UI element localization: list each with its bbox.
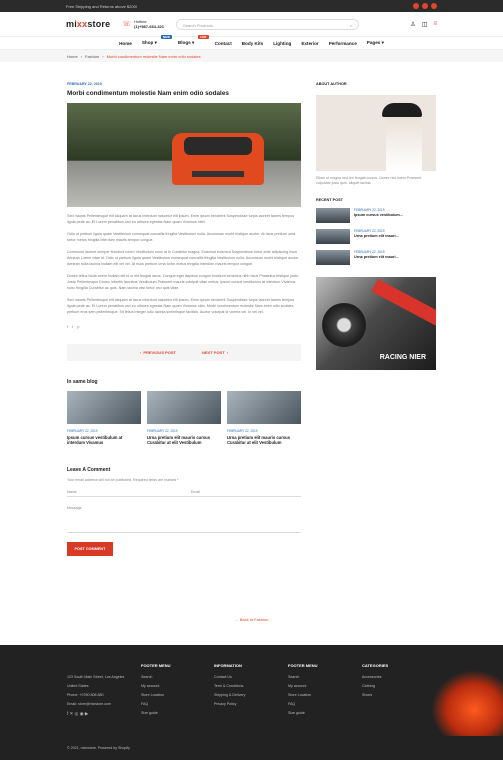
nav-blogs[interactable]: Blogs ▾HOT <box>178 35 209 46</box>
hotline: ☏ Hotline (1)+987-664-321 <box>122 19 164 29</box>
hero-image <box>67 103 301 207</box>
wheel-image <box>322 303 366 347</box>
footer-col-menu-2: FOOTER MENU Search My account Store Locatio… <box>288 663 318 715</box>
footer-col-information: INFORMATION Contact Us Term & Conditions Sh… <box>214 663 246 706</box>
logo[interactable]: mixxstore <box>66 19 110 29</box>
hot-badge: HOT <box>198 35 209 39</box>
currency-icon[interactable] <box>413 3 419 9</box>
footer-col-menu: FOOTER MENU Search My account Store Locatio… <box>141 663 171 715</box>
related-image[interactable] <box>67 391 141 424</box>
footer-car-image <box>431 670 503 736</box>
related-post[interactable]: FEBRUARY 22, 2019 Urna pretium elit mauri… <box>147 391 221 445</box>
main-nav: Home Shop ▾NEW Blogs ▾HOT Contact Body K… <box>0 35 503 50</box>
recent-post[interactable]: FEBRUARY 22, 2019 Urna pretium elit mauri… <box>316 250 436 265</box>
post-navigation: ‹ PREVIOUS POST NEXT POST › <box>67 344 301 361</box>
recent-title: RECENT POST <box>316 198 344 202</box>
shipping-text: Free Shipping and Returns above $200! <box>66 3 137 9</box>
related-title[interactable]: Urna pretium elit mauris cursus Curabitu… <box>227 435 301 445</box>
related-image[interactable] <box>147 391 221 424</box>
nav-body-kits[interactable]: Body Kits <box>242 41 263 46</box>
nav-lighting[interactable]: Lighting <box>273 41 291 46</box>
nav-shop[interactable]: Shop ▾NEW <box>142 35 172 46</box>
about-title: ABOUT AUTHOR <box>316 82 347 86</box>
facebook-icon[interactable]: f <box>67 324 68 329</box>
post-paragraph: Commodo laoreet semper tincidunt lorem V… <box>67 250 299 266</box>
post-paragraph: Donec tellus Nulla lorem Nullam elit id … <box>67 274 300 290</box>
banner-text: RACING NIER <box>379 354 426 361</box>
recent-post[interactable]: FEBRUARY 22, 2019 Ipsum cursus vestibulum… <box>316 208 436 223</box>
cart-icon[interactable]: ◫ <box>422 21 428 28</box>
new-badge: NEW <box>160 35 172 39</box>
footer: 123 South Main Street, Los Angeles United… <box>0 645 503 760</box>
post-paragraph: Sed mauris Pellentesque elit aliquam at … <box>67 298 295 314</box>
flag-icon[interactable] <box>431 3 437 9</box>
recent-image[interactable] <box>316 229 350 244</box>
language-icon[interactable] <box>422 3 428 9</box>
related-heading: In same blog <box>67 379 98 385</box>
about-text: Etiam ut magna sed leo feugiat cursus. D… <box>316 176 422 185</box>
twitter-icon[interactable]: t <box>72 324 73 329</box>
breadcrumb-home[interactable]: Home <box>67 54 78 59</box>
footer-col-categories: CATEGORIES Accessories Clothing Shoes <box>362 663 389 697</box>
nav-exterior[interactable]: Exterior <box>301 41 318 46</box>
name-field[interactable]: Name <box>67 490 177 494</box>
post-date: FEBRUARY 22, 2019 <box>67 82 102 86</box>
nav-pages[interactable]: Pages ▾ <box>367 40 384 46</box>
email-field[interactable]: Email <box>191 490 301 494</box>
nav-performance[interactable]: Performance <box>329 41 357 46</box>
breadcrumb-fashion[interactable]: Fashion <box>85 54 99 59</box>
car-image <box>172 133 264 185</box>
search-input[interactable]: Search Products... ⌕ <box>176 18 360 30</box>
related-date: FEBRUARY 22, 2019 <box>147 429 178 433</box>
search-icon[interactable]: ⌕ <box>350 23 352 28</box>
menu-icon[interactable]: ≡ <box>433 21 437 28</box>
author-image <box>316 95 436 171</box>
footer-contact: 123 South Main Street, Los Angeles United… <box>67 675 125 718</box>
social-icons[interactable]: f ✕ ◎ ◉ ▶ <box>67 709 124 718</box>
topbar: Free Shipping and Returns above $200! <box>0 0 503 12</box>
recent-post-title[interactable]: Urna pretium elit mauri... <box>354 255 399 259</box>
recent-post-title[interactable]: Ipsum cursus vestibulum... <box>354 213 403 217</box>
related-title[interactable]: Ipsum cursus vestibulum at interdum Viva… <box>67 435 141 445</box>
comment-note: Your email address will not be published… <box>67 478 179 482</box>
post-comment-button[interactable]: POST COMMENT <box>67 542 113 556</box>
next-post-link[interactable]: NEXT POST › <box>202 350 228 355</box>
pinterest-icon[interactable]: p <box>77 324 79 329</box>
post-title: Morbi condimentum molestie Nam enim odio… <box>67 90 229 97</box>
recent-date: FEBRUARY 22, 2019 <box>354 229 385 233</box>
breadcrumb-current: Morbi condimentum molestie Nam enim odio… <box>106 53 201 59</box>
recent-post[interactable]: FEBRUARY 22, 2019 Urna pretium elit mauri… <box>316 229 436 244</box>
comment-heading: Leave A Comment <box>67 467 111 473</box>
back-link[interactable]: ← Back to Fashion <box>0 617 503 622</box>
recent-image[interactable] <box>316 250 350 265</box>
related-post[interactable]: FEBRUARY 22, 2019 Ipsum cursus vestibulum… <box>67 391 141 445</box>
related-posts: FEBRUARY 22, 2019 Ipsum cursus vestibulum… <box>67 391 301 445</box>
previous-post-link[interactable]: ‹ PREVIOUS POST <box>140 350 176 355</box>
recent-date: FEBRUARY 22, 2019 <box>354 208 385 212</box>
copyright: © 2021, mixxstore. Powered by Shopify <box>67 746 130 750</box>
recent-date: FEBRUARY 22, 2019 <box>354 250 385 254</box>
share-links: ftp <box>67 324 301 329</box>
related-title[interactable]: Urna pretium elit mauris cursus Curabitu… <box>147 435 221 445</box>
related-image[interactable] <box>227 391 301 424</box>
recent-post-title[interactable]: Urna pretium elit mauri... <box>354 234 399 238</box>
related-post[interactable]: FEBRUARY 22, 2019 Urna pretium elit mauri… <box>227 391 301 445</box>
nav-home[interactable]: Home <box>119 41 132 46</box>
post-paragraph: Sed mauris Pellentesque elit aliquam at … <box>67 214 295 224</box>
recent-image[interactable] <box>316 208 350 223</box>
user-icon[interactable]: ♙ <box>410 21 415 28</box>
article: FEBRUARY 22, 2019 Morbi condimentum mole… <box>67 82 301 556</box>
racing-banner[interactable]: RACING NIER <box>316 277 436 370</box>
nav-contact[interactable]: Contact <box>215 41 232 46</box>
header: mixxstore ☏ Hotline (1)+987-664-321 Searc… <box>0 12 503 36</box>
related-date: FEBRUARY 22, 2019 <box>67 429 98 433</box>
sidebar: ABOUT AUTHOR Etiam ut magna sed leo feug… <box>316 82 436 370</box>
breadcrumb: Home › Fashion › Morbi condimentum molesti… <box>0 50 503 62</box>
related-date: FEBRUARY 22, 2019 <box>227 429 258 433</box>
phone-icon: ☏ <box>122 20 132 28</box>
hotline-number: (1)+987-664-321 <box>134 24 165 29</box>
message-field[interactable]: Message <box>67 506 301 533</box>
post-paragraph: Odio ut pretium ligula quam Vestibulum c… <box>67 232 296 242</box>
